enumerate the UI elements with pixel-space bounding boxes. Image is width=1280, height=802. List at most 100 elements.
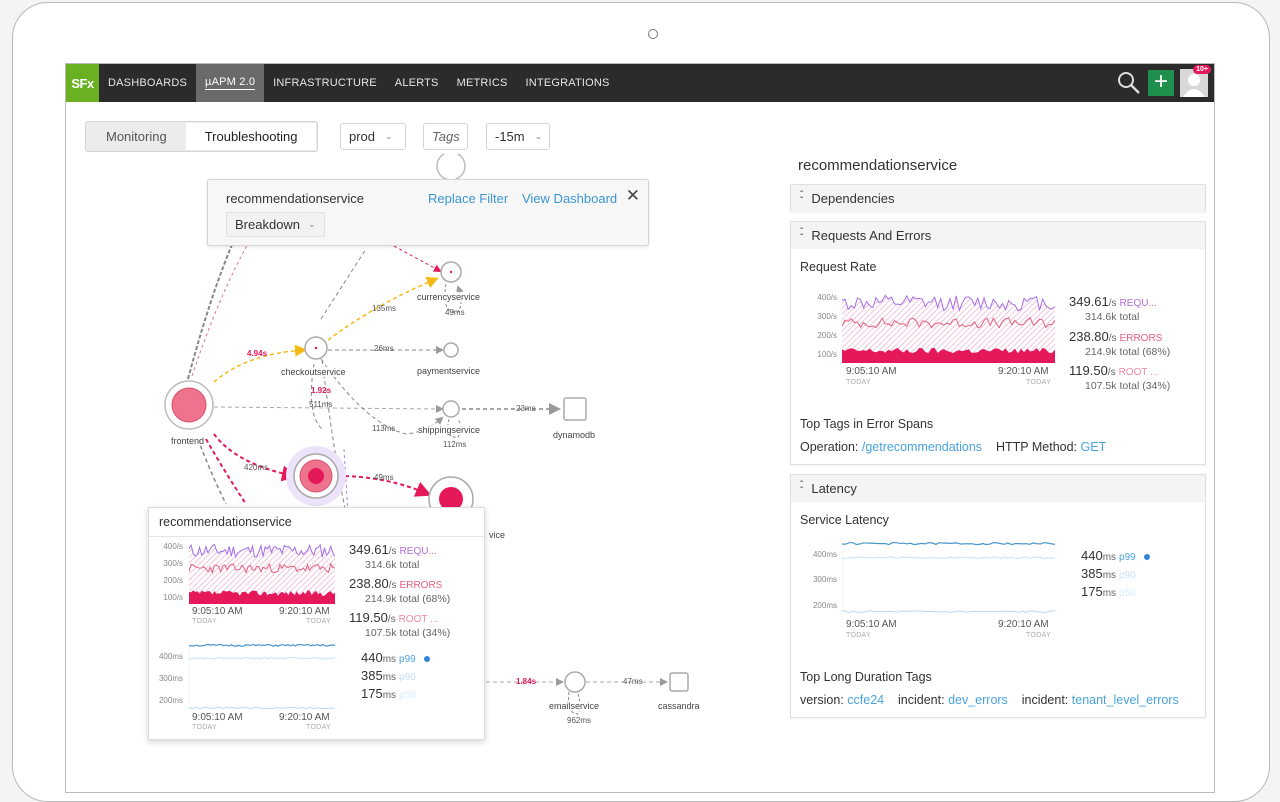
stat-unit: ms bbox=[1102, 570, 1117, 581]
breakdown-dropdown[interactable]: Breakdown ⌄ bbox=[226, 212, 325, 237]
node-label-frontend[interactable]: frontend bbox=[171, 436, 205, 446]
tags-input[interactable]: Tags bbox=[423, 123, 468, 150]
section-header-requests[interactable]: ˆˇ Requests And Errors bbox=[791, 222, 1205, 249]
tag-value-link[interactable]: tenant_level_errors bbox=[1072, 693, 1179, 707]
node-label-currency[interactable]: currencyservice bbox=[417, 292, 481, 302]
node-label-shipping[interactable]: shippingservice bbox=[418, 425, 481, 435]
tags-placeholder: Tags bbox=[432, 129, 460, 144]
edge-label: 113ms bbox=[372, 424, 396, 433]
long-tags-title: Top Long Duration Tags bbox=[800, 670, 932, 684]
latency-line-p50 bbox=[189, 706, 335, 709]
y-tick: 200ms bbox=[812, 601, 837, 610]
expand-collapse-icon: ˆˇ bbox=[800, 226, 804, 244]
edge-label: 962ms bbox=[567, 716, 592, 725]
search-icon[interactable] bbox=[1116, 70, 1142, 96]
edge-label: 420ms bbox=[244, 463, 269, 472]
edge bbox=[197, 438, 227, 505]
edge bbox=[393, 245, 442, 272]
section-header-latency[interactable]: ˆˇ Latency bbox=[791, 475, 1205, 502]
nav-metrics[interactable]: METRICS bbox=[448, 64, 517, 102]
stat-label: ROOT ... bbox=[398, 614, 439, 625]
x-end: 9:20:10 AM bbox=[279, 606, 330, 617]
tab-troubleshooting[interactable]: Troubleshooting bbox=[185, 123, 317, 150]
request-rate-title: Request Rate bbox=[800, 260, 877, 274]
tag-key: HTTP Method: bbox=[995, 440, 1078, 454]
tag-value-link[interactable]: /getrecommendations bbox=[862, 440, 982, 454]
app-screen: SFx DASHBOARDS µAPM 2.0 INFRASTRUCTURE A… bbox=[65, 63, 1215, 793]
nav-integrations[interactable]: INTEGRATIONS bbox=[517, 64, 619, 102]
stat-value: 238.80 bbox=[1069, 329, 1109, 344]
stat-value: 349.61 bbox=[349, 542, 389, 557]
error-tags: Operation: /getrecommendations HTTP Meth… bbox=[800, 440, 1106, 454]
node-email bbox=[564, 671, 586, 693]
plus-icon: + bbox=[1153, 68, 1168, 95]
node-label-payment[interactable]: paymentservice bbox=[417, 366, 481, 376]
avatar[interactable]: 10+ bbox=[1180, 65, 1211, 97]
node-label-dynamodb[interactable]: dynamodb bbox=[553, 430, 596, 440]
environment-select[interactable]: prod ⌄ bbox=[340, 123, 406, 150]
x-start-sub: TODAY bbox=[846, 379, 871, 386]
stat-label: p99 bbox=[1119, 552, 1136, 563]
section-latency: ˆˇ Latency Service Latency 400ms 300ms 2… bbox=[790, 474, 1206, 718]
section-dependencies: ˆˇ Dependencies bbox=[790, 184, 1206, 212]
stat-label: ERRORS bbox=[1119, 333, 1163, 344]
stat-value: 385 bbox=[361, 668, 383, 683]
tag-value-link[interactable]: ccfe24 bbox=[847, 693, 884, 707]
time-range-select[interactable]: -15m ⌄ bbox=[486, 123, 550, 150]
node-label-email[interactable]: emailservice bbox=[549, 701, 600, 711]
edge-label: 47ms bbox=[623, 677, 643, 686]
chevron-down-icon: ⌄ bbox=[534, 131, 543, 141]
sfx-logo[interactable]: SFx bbox=[66, 64, 99, 102]
tag-value-link[interactable]: GET bbox=[1081, 440, 1107, 454]
stat-unit: ms bbox=[382, 654, 397, 665]
x-start-sub: TODAY bbox=[192, 724, 217, 731]
nav-label: DASHBOARDS bbox=[108, 77, 188, 89]
nav-alerts[interactable]: ALERTS bbox=[386, 64, 448, 102]
nav-infrastructure[interactable]: INFRASTRUCTURE bbox=[264, 64, 386, 102]
stat-p90: 385ms p90 bbox=[361, 667, 416, 685]
request-rate-chart bbox=[189, 543, 335, 604]
section-requests: ˆˇ Requests And Errors Request Rate 400/… bbox=[790, 221, 1206, 465]
y-tick: 400/s bbox=[163, 542, 183, 551]
close-icon[interactable]: ✕ bbox=[626, 186, 640, 206]
tag-value-link[interactable]: dev_errors bbox=[948, 693, 1008, 707]
nav-apm[interactable]: µAPM 2.0 bbox=[196, 64, 265, 102]
stat-value: 119.50 bbox=[1069, 363, 1108, 378]
tag-key: incident: bbox=[1021, 693, 1069, 707]
tab-monitoring[interactable]: Monitoring bbox=[87, 123, 186, 150]
x-end: 9:20:10 AM bbox=[998, 619, 1049, 630]
node-label-checkout[interactable]: checkoutservice bbox=[281, 367, 346, 377]
section-header-dependencies[interactable]: ˆˇ Dependencies bbox=[791, 185, 1205, 212]
latency-line-p99 bbox=[842, 541, 1055, 546]
expand-collapse-icon: ˆˇ bbox=[800, 479, 804, 497]
x-end-sub: TODAY bbox=[1026, 379, 1051, 386]
latency-chart bbox=[189, 643, 335, 709]
stat-total: 214.9k total (68%) bbox=[1085, 346, 1171, 358]
latency-line-p50 bbox=[842, 610, 1055, 613]
stat-unit: ms bbox=[1102, 552, 1117, 563]
add-button[interactable]: + bbox=[1148, 70, 1174, 96]
chevron-down-icon: ⌄ bbox=[308, 219, 316, 229]
stat-value: 238.80 bbox=[349, 576, 389, 591]
x-end-sub: TODAY bbox=[1026, 632, 1051, 639]
section-label: Dependencies bbox=[811, 191, 895, 206]
stat-value: 440 bbox=[1081, 548, 1103, 563]
nav-actions: + 10+ bbox=[1116, 65, 1211, 97]
node-label-partial[interactable]: vice bbox=[489, 530, 506, 540]
stat-value: 349.61 bbox=[1069, 294, 1109, 309]
stat-total: 314.6k total bbox=[365, 559, 420, 571]
nav-dashboards[interactable]: DASHBOARDS bbox=[99, 64, 196, 102]
view-dashboard-link[interactable]: View Dashboard bbox=[522, 191, 617, 206]
edge-label: 49ms bbox=[374, 473, 394, 482]
stat-requests: 349.61/s REQU... 314.6k total bbox=[1069, 293, 1157, 323]
tag-key: version: bbox=[800, 693, 844, 707]
replace-filter-link[interactable]: Replace Filter bbox=[428, 191, 508, 206]
edge-label: 135ms bbox=[372, 304, 397, 313]
stat-unit: /s bbox=[1108, 333, 1117, 344]
latency-chart bbox=[842, 541, 1055, 613]
stat-value: 440 bbox=[361, 650, 383, 665]
node-label-cassandra[interactable]: cassandra bbox=[658, 701, 700, 711]
x-start-sub: TODAY bbox=[192, 618, 217, 625]
x-start: 9:05:10 AM bbox=[192, 606, 243, 617]
stat-value: 175 bbox=[1081, 584, 1103, 599]
